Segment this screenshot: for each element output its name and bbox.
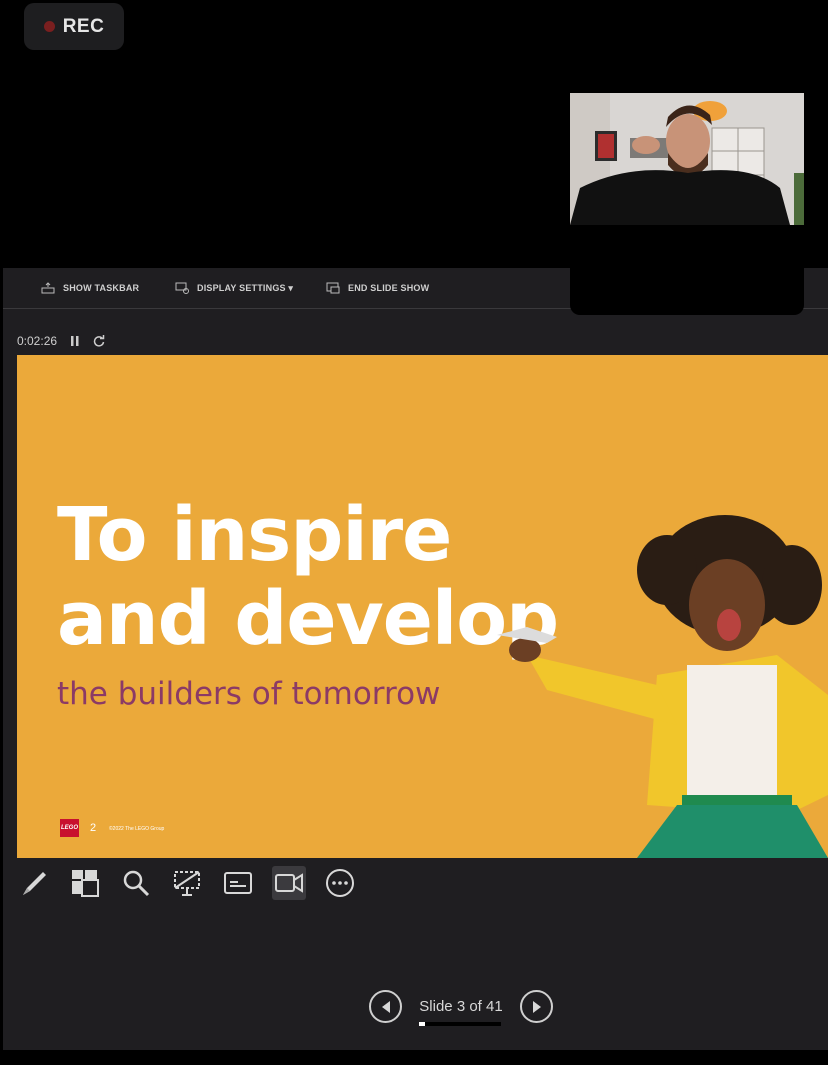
previous-slide-button[interactable] [369,990,402,1023]
end-slide-show-icon [326,282,340,294]
lego-logo: LEGO [60,819,79,837]
slide-subtitle: the builders of tomorrow [57,676,441,712]
child-photo [497,515,828,858]
pen-tool-button[interactable] [17,866,51,900]
subtitles-button[interactable] [221,866,255,900]
slide-title-line1: To inspire [57,492,452,578]
end-slide-show-button[interactable]: END SLIDE SHOW [326,282,429,294]
show-taskbar-label: SHOW TASKBAR [63,283,140,293]
zoom-icon [123,870,150,897]
recording-label: REC [62,15,105,37]
previous-arrow-icon [381,1000,390,1013]
pen-tool-icon [23,872,46,895]
camera-button[interactable] [272,866,306,900]
slide-timer: 0:02:26 [17,334,105,348]
see-all-slides-icon [72,870,99,897]
zoom-button[interactable] [119,866,153,900]
camera-icon [275,873,303,893]
next-arrow-icon [532,1000,541,1013]
slide-title-line2: and develop [57,576,559,662]
display-settings-label: DISPLAY SETTINGS ▾ [197,282,294,293]
pause-icon[interactable] [71,336,79,346]
elapsed-time: 0:02:26 [17,334,58,348]
slide-title: To inspire and develop [57,492,559,662]
slide-page-number: 2 [90,822,97,834]
display-settings-icon [175,282,189,294]
taskbar-icon [41,282,55,294]
slide-navigation: Slide 3 of 41 [369,990,553,1026]
show-taskbar-button[interactable]: SHOW TASKBAR [41,282,139,294]
next-slide-button[interactable] [520,990,553,1023]
slide-progress-bar [419,1022,501,1026]
slide-counter-text: Slide 3 of 41 [419,998,503,1015]
presenter-view: SHOW TASKBAR DISPLAY SETTINGS ▾ END SLID… [3,268,828,1050]
restart-icon[interactable] [93,335,105,347]
black-screen-button[interactable] [170,866,204,900]
display-settings-button[interactable]: DISPLAY SETTINGS ▾ [175,282,293,294]
record-dot-icon [43,21,55,32]
more-options-button[interactable] [323,866,357,900]
recording-indicator: REC [24,3,124,50]
end-slide-show-label: END SLIDE SHOW [348,283,430,293]
webcam-overlay [570,93,804,315]
black-screen-icon [174,871,200,896]
see-all-slides-button[interactable] [68,866,102,900]
presenter-tools [17,866,374,900]
slide-copyright: ©2022 The LEGO Group [109,826,165,832]
slide-counter: Slide 3 of 41 [418,998,504,1026]
webcam-feed [570,93,804,225]
more-options-icon [326,869,354,897]
subtitles-icon [224,872,252,894]
slide-progress-fill [419,1022,425,1026]
current-slide: To inspire and develop the builders of t… [17,355,828,858]
